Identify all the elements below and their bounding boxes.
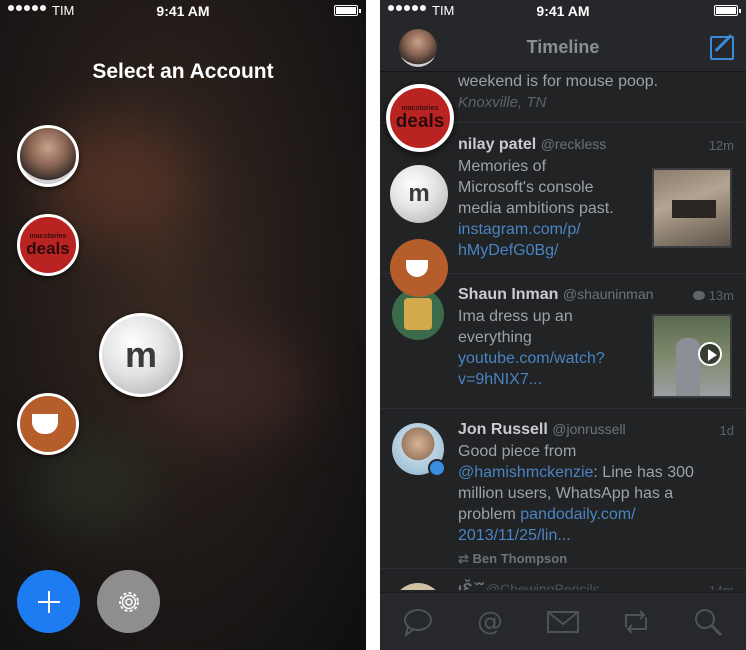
author-name: Shaun Inman <box>458 286 559 303</box>
tweet-text: Good piece from <box>458 443 577 460</box>
tweet[interactable]: Jon Russell @jonrussell 1d Good piece fr… <box>380 409 746 569</box>
nav-title: Timeline <box>526 37 600 57</box>
tweet-author[interactable]: ɩƐ̌ ̌ ̌̆ @ChewingPencils <box>458 581 600 590</box>
author-handle: @ChewingPencils <box>485 581 600 590</box>
tweet-time: 1d <box>719 423 734 438</box>
page-title: Select an Account <box>92 60 274 83</box>
tweet-text: problem <box>458 506 521 523</box>
tweet-text: weekend is for mouse poop. <box>458 73 659 90</box>
battery-icon <box>714 5 741 16</box>
retweet-attribution[interactable]: ⇄ Ben Thompson <box>458 551 567 567</box>
tweet[interactable]: Shaun Inman @shauninman 13m Ima dress up… <box>380 274 746 409</box>
account-avatar-deals[interactable]: macstories deals <box>17 214 79 276</box>
tweet-mention[interactable]: @hamishmckenzie <box>458 464 593 481</box>
tweet-text: everything <box>458 329 532 346</box>
tweet-time: 14m <box>709 583 734 590</box>
gear-icon <box>118 591 139 612</box>
tweet-link[interactable]: v=9hNIX7... <box>458 369 542 390</box>
retweets-tab-icon[interactable] <box>618 605 654 639</box>
tweet-time: 12m <box>708 138 734 153</box>
timeline-tab-icon[interactable] <box>400 605 436 639</box>
tweet[interactable]: ɩƐ̌ ̌ ̌̆ @ChewingPencils 14m <box>380 569 746 590</box>
tweet-list[interactable]: weekend is for mouse poop. Knoxville, TN… <box>380 73 746 590</box>
tweet-author[interactable]: Shaun Inman @shauninman <box>458 286 653 304</box>
avatar-big-text: deals <box>395 111 445 132</box>
timeline-screen: TIM 9:41 AM Timeline weekend is for mous… <box>380 0 746 650</box>
account-avatar-coffee[interactable] <box>390 239 448 297</box>
author-handle: @shauninman <box>562 286 654 302</box>
tweet-text-line: @hamishmckenzie: Line has 300 <box>458 462 694 483</box>
author-name: nilay patel <box>458 136 537 153</box>
coffee-cup-icon <box>32 414 58 434</box>
battery-icon <box>334 5 361 16</box>
verified-badge-icon <box>428 459 446 477</box>
clock: 9:41 AM <box>536 3 590 19</box>
nav-bar: Timeline <box>380 22 746 72</box>
tweet-text: Microsoft's console <box>458 179 594 196</box>
figure-shape <box>676 338 700 396</box>
tweet-link[interactable]: youtube.com/watch? <box>458 348 605 369</box>
reply-bubble-icon <box>692 291 705 300</box>
tweet-time-group: 13m <box>692 288 734 303</box>
tweet-link[interactable]: pandodaily.com/ <box>520 506 635 523</box>
status-bar: TIM 9:41 AM <box>380 0 746 22</box>
plus-icon <box>37 590 60 613</box>
pixel-face <box>404 298 432 330</box>
tweet-link[interactable]: instagram.com/p/ <box>458 219 581 240</box>
tweet-text: million users, WhatsApp has a <box>458 485 674 502</box>
add-account-button[interactable] <box>17 570 80 633</box>
tweet-link[interactable]: 2013/11/25/lin... <box>458 525 571 546</box>
tab-bar: @ <box>380 592 746 650</box>
tweet-author-avatar[interactable] <box>392 583 444 590</box>
tweet-link[interactable]: hMyDefG0Bg/ <box>458 240 558 261</box>
account-avatar-m[interactable]: m <box>390 165 448 223</box>
tweet-author[interactable]: nilay patel @reckless <box>458 136 606 154</box>
avatar-letter: m <box>124 334 157 375</box>
play-icon[interactable] <box>698 342 722 366</box>
tweet-video-thumbnail[interactable] <box>652 314 732 398</box>
settings-button[interactable] <box>97 570 160 633</box>
console-shape <box>672 200 716 218</box>
status-bar: TIM 9:41 AM <box>0 0 366 22</box>
account-avatar-m-selected[interactable]: m <box>99 313 183 397</box>
account-avatar-coffee[interactable] <box>17 393 79 455</box>
avatar-big-text: deals <box>26 239 70 258</box>
svg-text:@: @ <box>477 607 503 637</box>
tweet-image-thumbnail[interactable] <box>652 168 732 248</box>
retweet-icon: ⇄ <box>458 551 469 566</box>
tweet-text: Ima dress up an <box>458 308 573 325</box>
author-handle: @jonrussell <box>552 421 626 437</box>
coffee-cup-icon <box>405 259 428 277</box>
author-name: Jon Russell <box>458 421 548 438</box>
tweet-author[interactable]: Jon Russell @jonrussell <box>458 421 626 439</box>
account-avatar-deals-selected[interactable]: macstories deals <box>386 84 454 152</box>
tweet-text: media ambitions past. <box>458 200 614 217</box>
author-handle: @reckless <box>540 136 607 152</box>
tweet-location: Knoxville, TN <box>458 94 547 111</box>
retweeted-by: Ben Thompson <box>472 551 568 566</box>
compose-icon[interactable] <box>710 36 734 60</box>
author-name: ɩƐ̌ ̌ ̌̆ <box>458 581 482 590</box>
tweet-text: : Line has 300 <box>593 464 694 481</box>
avatar-letter: m <box>408 180 430 207</box>
messages-tab-icon[interactable] <box>545 605 581 639</box>
account-avatar-person[interactable] <box>17 125 79 187</box>
tweet-text: Memories of <box>458 158 547 175</box>
tweet-text-line: problem pandodaily.com/ <box>458 504 636 525</box>
tweet-time: 13m <box>708 288 734 303</box>
clock: 9:41 AM <box>156 3 210 19</box>
account-selector-screen: TIM 9:41 AM Select an Account macstories… <box>0 0 366 650</box>
search-tab-icon[interactable] <box>690 605 726 639</box>
mentions-tab-icon[interactable]: @ <box>472 605 508 639</box>
